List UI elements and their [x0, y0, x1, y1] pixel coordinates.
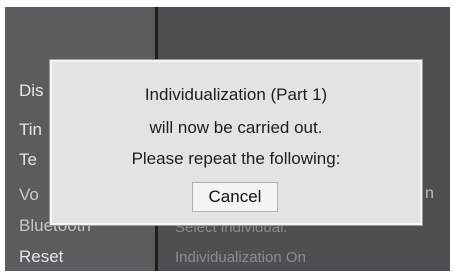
- menu-item-time[interactable]: Tin: [19, 120, 42, 140]
- menu-item-display[interactable]: Dis: [19, 81, 44, 101]
- screen: Dis Tin Te Vo Bluetooth Reset Select ind…: [5, 7, 450, 271]
- cancel-button[interactable]: Cancel: [192, 182, 278, 212]
- right-item-individualization-on[interactable]: Individualization On: [175, 249, 306, 266]
- dialog-line-2: will now be carried out.: [149, 118, 323, 137]
- menu-item-voice[interactable]: Vo: [19, 185, 39, 205]
- right-edge-text: n: [425, 185, 434, 202]
- menu-item-reset[interactable]: Reset: [19, 247, 63, 267]
- dialog-line-3: Please repeat the following:: [131, 149, 341, 168]
- individualization-dialog: Individualization (Part 1) will now be c…: [50, 60, 422, 225]
- dialog-line-1: Individualization (Part 1): [144, 85, 328, 104]
- menu-item-text[interactable]: Te: [19, 150, 37, 170]
